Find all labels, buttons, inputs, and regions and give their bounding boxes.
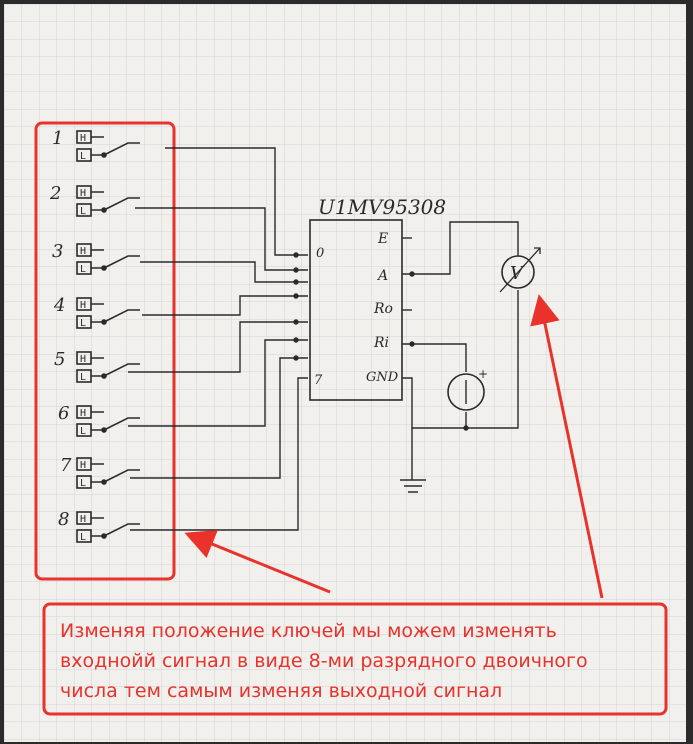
high-terminal-label: H (80, 133, 86, 144)
switch-number: 7 (60, 455, 72, 476)
notebook-page: 1 HL2 HL3 HL4 HL5 HL6 HL7 HL8 HL U1MV95308 0 7 E… (4, 4, 686, 742)
low-terminal-label: L (80, 372, 86, 383)
low-terminal-label: L (80, 151, 86, 162)
annotation-line-2: входнойй сигнал в виде 8-ми разрядного д… (60, 650, 588, 672)
annotation-line-1: Изменяя положение ключей мы можем изменя… (60, 620, 557, 642)
switch-number: 6 (58, 403, 69, 424)
switch-number: 1 (52, 128, 63, 149)
switch-pivot (101, 373, 107, 379)
voltmeter-symbol: V (510, 263, 525, 284)
pin-e: E (377, 231, 388, 247)
switch-number: 4 (53, 295, 65, 316)
annotation-line-3: числа тем самым изменяя выходной сигнал (60, 680, 502, 702)
low-terminal-label: L (80, 478, 86, 489)
low-terminal-label: L (80, 206, 86, 217)
switch-pivot (101, 479, 107, 485)
source-polarity: + (478, 367, 488, 381)
low-terminal-label: L (80, 426, 86, 437)
switch-number: 5 (54, 349, 65, 370)
pin-gnd: GND (366, 370, 399, 385)
switch-number: 8 (58, 509, 69, 530)
switch-pivot (101, 265, 107, 271)
high-terminal-label: H (80, 514, 86, 525)
chip-label: U1MV95308 (318, 195, 446, 219)
switch-pivot (101, 533, 107, 539)
low-terminal-label: L (80, 532, 86, 543)
pin-ro: Ro (373, 301, 393, 317)
pin-ri: Ri (373, 335, 389, 351)
low-terminal-label: L (80, 318, 86, 329)
high-terminal-label: H (80, 188, 86, 199)
pin-in-0: 0 (316, 246, 324, 261)
high-terminal-label: H (80, 300, 86, 311)
switch-pivot (101, 427, 107, 433)
pin-in-7: 7 (314, 373, 323, 388)
low-terminal-label: L (80, 264, 86, 275)
switch-number: 2 (49, 183, 61, 204)
high-terminal-label: H (80, 460, 86, 471)
high-terminal-label: H (80, 246, 86, 257)
high-terminal-label: H (80, 354, 86, 365)
pin-a: A (376, 268, 388, 284)
switch-pivot (101, 207, 107, 213)
high-terminal-label: H (80, 408, 86, 419)
switch-pivot (101, 152, 107, 158)
switch-pivot (101, 319, 107, 325)
switch-number: 3 (52, 241, 63, 262)
